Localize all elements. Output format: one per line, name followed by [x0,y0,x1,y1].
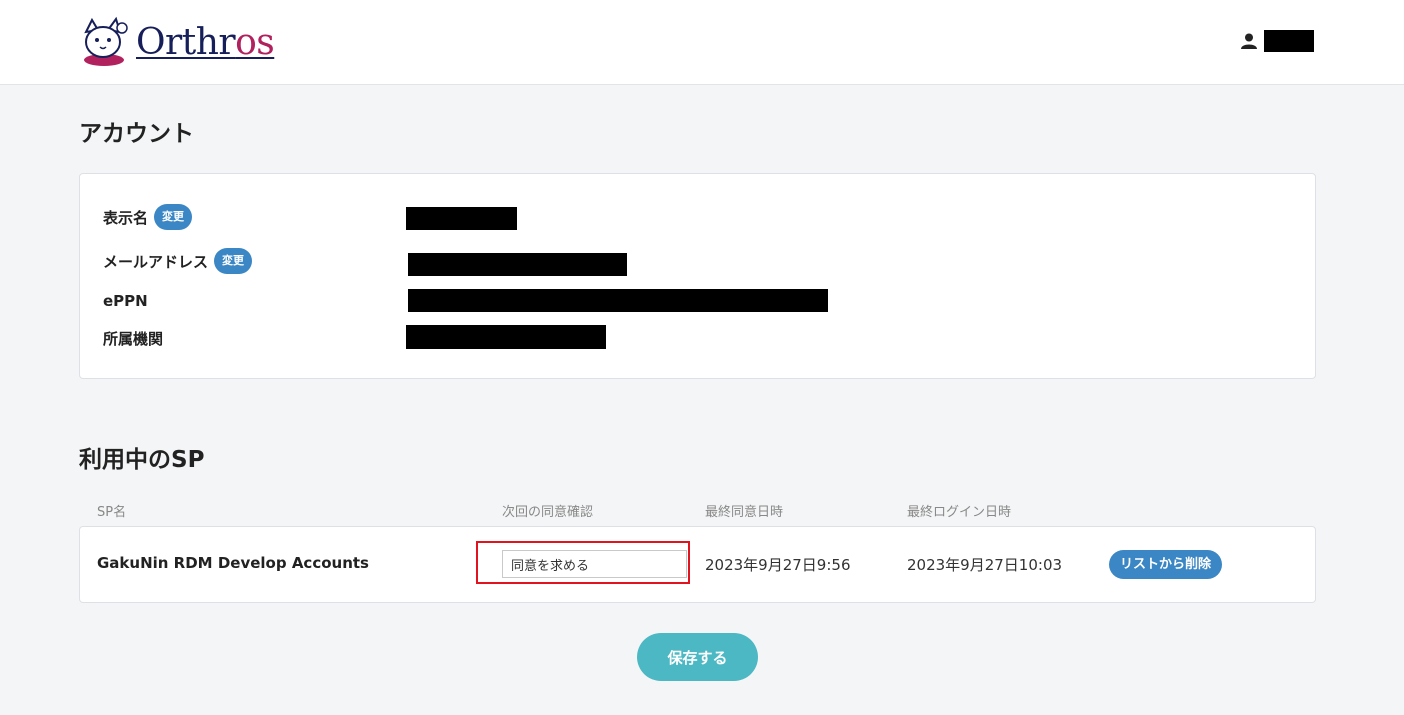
user-menu[interactable] [1240,30,1314,52]
column-next-consent: 次回の同意確認 [502,505,594,520]
redacted-display-name [406,207,517,230]
display-name-label: 表示名 [103,208,149,227]
email-label: メールアドレス [103,252,209,271]
sp-section-title: 利用中のSP [79,447,205,473]
account-card: 表示名 変更 メールアドレス 変更 ePPN 所属機関 [79,173,1316,379]
redacted-eppn [408,289,828,312]
organization-label: 所属機関 [103,330,164,348]
column-sp-name: SP名 [97,505,127,520]
app-header: Orthros [0,0,1404,85]
column-last-login: 最終ログイン日時 [907,505,1012,520]
sp-name: GakuNin RDM Develop Accounts [97,554,369,572]
account-section-title: アカウント [79,121,194,147]
eppn-label: ePPN [103,292,148,310]
last-consent-date: 2023年9月27日9:56 [705,556,851,574]
column-last-consent: 最終同意日時 [705,505,784,520]
user-icon [1241,33,1257,49]
last-login-date: 2023年9月27日10:03 [907,556,1063,574]
organization-row: 所属機関 [103,328,163,349]
redacted-organization [406,325,606,349]
change-display-name-button[interactable]: 変更 [154,204,193,230]
remove-from-list-button[interactable]: リストから削除 [1109,550,1223,579]
change-email-button[interactable]: 変更 [214,248,253,274]
redacted-user-name [1264,30,1314,52]
orthros-logo[interactable]: Orthros [78,16,275,68]
display-name-row: 表示名 変更 [103,204,193,230]
brand-name: Orthros [136,21,275,63]
eppn-row: ePPN [103,292,148,310]
email-row: メールアドレス 変更 [103,248,253,274]
redacted-email [408,253,627,276]
cat-mascot-icon [84,16,128,66]
save-button[interactable]: 保存する [637,633,758,681]
next-consent-select[interactable]: 同意を求める [502,550,687,578]
